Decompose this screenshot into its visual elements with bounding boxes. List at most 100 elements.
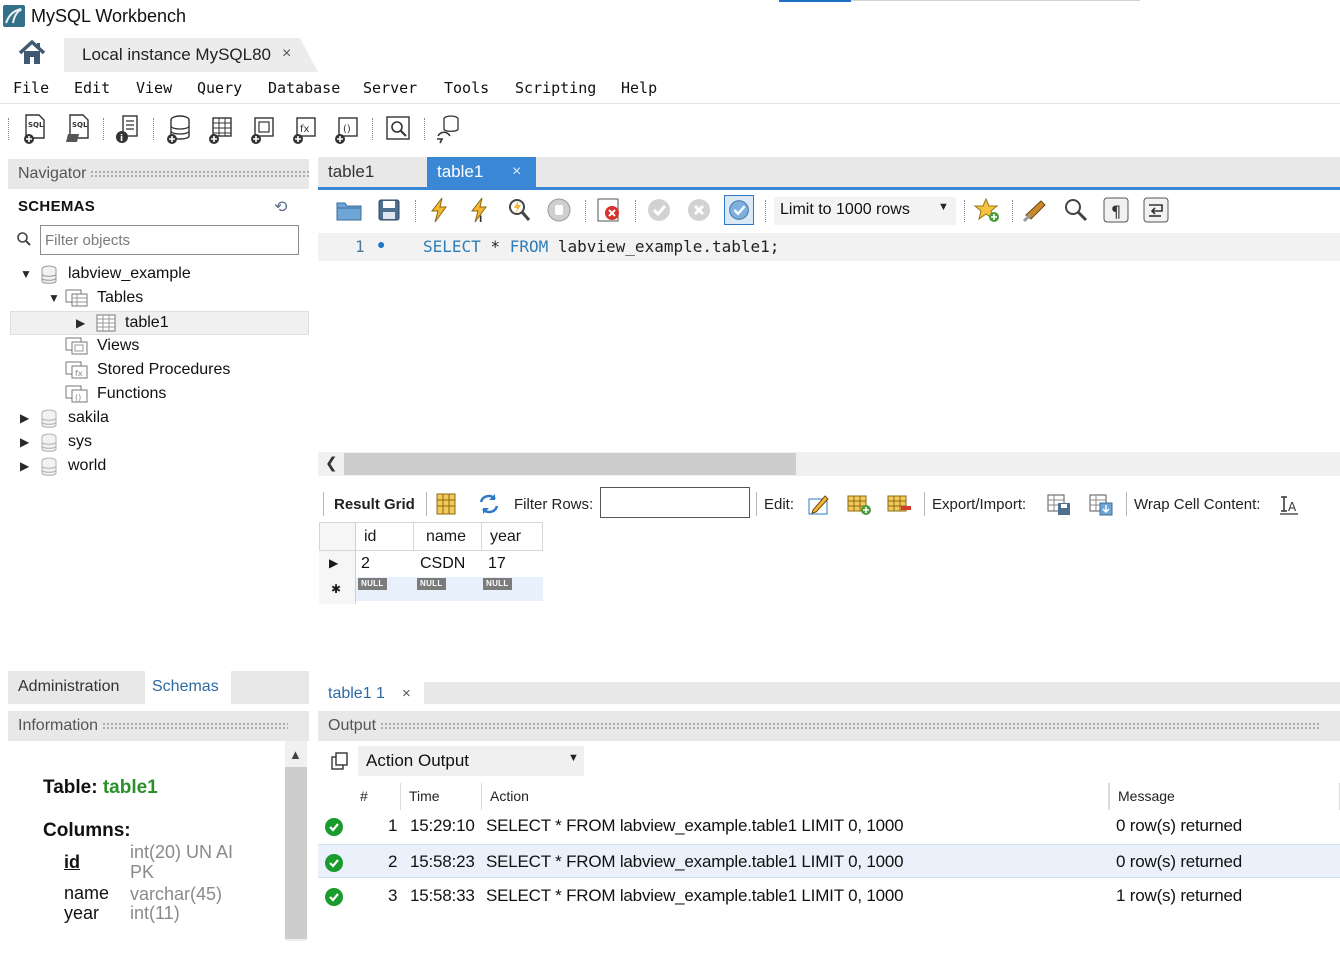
tree-item-world[interactable]: ▶ world <box>8 455 309 479</box>
output-column-header-number[interactable]: # <box>352 783 401 810</box>
menu-view[interactable]: View <box>136 79 172 97</box>
create-view-icon[interactable] <box>247 112 277 146</box>
scroll-up-icon[interactable]: ▲ <box>289 747 302 762</box>
copy-icon[interactable] <box>330 751 350 771</box>
expand-arrow-icon[interactable]: ▶ <box>20 435 29 449</box>
output-column-header-time[interactable]: Time <box>401 783 482 810</box>
rollback-icon[interactable] <box>684 195 714 225</box>
menu-edit[interactable]: Edit <box>74 79 110 97</box>
null-badge[interactable]: NULL <box>483 578 512 590</box>
null-badge[interactable]: NULL <box>358 578 387 590</box>
open-sql-script-icon[interactable]: SQL <box>63 112 93 146</box>
grid-cell[interactable]: 17 <box>488 555 506 573</box>
scroll-left-icon[interactable]: ❮ <box>325 454 338 472</box>
tree-item-stored-procedures[interactable]: fx Stored Procedures <box>8 359 309 383</box>
sql-statement[interactable]: SELECT * FROM labview_example.table1; <box>423 237 779 256</box>
menu-server[interactable]: Server <box>363 79 417 97</box>
grid-column-header-year[interactable]: year <box>482 522 543 551</box>
close-tab-icon[interactable]: × <box>512 163 521 181</box>
add-snippet-icon[interactable] <box>972 195 1002 225</box>
output-type-select[interactable]: Action Output ▼ <box>358 746 584 776</box>
filter-rows-input[interactable] <box>600 487 750 518</box>
tree-item-sakila[interactable]: ▶ sakila <box>8 407 309 431</box>
grid-column-header-id[interactable]: id <box>356 522 414 551</box>
null-badge[interactable]: NULL <box>417 578 446 590</box>
save-icon[interactable] <box>374 195 404 225</box>
tree-item-table1[interactable]: ▶ table1 <box>10 311 309 335</box>
tree-item-functions[interactable]: () Functions <box>8 383 309 407</box>
editor-horizontal-scrollbar[interactable]: ❮ <box>318 452 1340 476</box>
open-folder-icon[interactable] <box>334 195 364 225</box>
menu-help[interactable]: Help <box>621 79 657 97</box>
grid-column-header-name[interactable]: name <box>414 522 482 551</box>
wrap-cell-content-icon[interactable]: A <box>1276 491 1302 517</box>
expand-arrow-icon[interactable]: ▶ <box>20 459 29 473</box>
table-row[interactable]: 1 15:29:10 SELECT * FROM labview_example… <box>318 809 1340 843</box>
create-function-icon[interactable]: () <box>331 112 361 146</box>
create-table-icon[interactable] <box>205 112 235 146</box>
table-row[interactable]: NULL NULL NULL <box>356 577 543 601</box>
menu-query[interactable]: Query <box>197 79 242 97</box>
execute-icon[interactable] <box>424 195 454 225</box>
find-replace-icon[interactable] <box>1061 195 1091 225</box>
table-row[interactable]: 2 15:58:23 SELECT * FROM labview_example… <box>318 844 1340 878</box>
menu-tools[interactable]: Tools <box>444 79 489 97</box>
grid-cell[interactable]: 2 <box>361 555 370 573</box>
collapse-arrow-icon[interactable]: ▼ <box>20 267 32 281</box>
reconnect-icon[interactable] <box>433 112 463 146</box>
refresh-schemas-icon[interactable]: ⟲ <box>274 197 287 217</box>
tree-item-sys[interactable]: ▶ sys <box>8 431 309 455</box>
beautify-query-icon[interactable] <box>1021 195 1051 225</box>
limit-rows-select[interactable]: Limit to 1000 rows ▼ <box>774 197 956 225</box>
table-row[interactable]: 3 15:58:33 SELECT * FROM labview_example… <box>318 879 1340 913</box>
tree-item-tables[interactable]: ▼ Tables <box>8 287 309 311</box>
expand-arrow-icon[interactable]: ▶ <box>20 411 29 425</box>
auto-commit-toggle-icon[interactable] <box>724 195 754 225</box>
menu-file[interactable]: File <box>13 79 49 97</box>
information-scrollbar[interactable]: ▲ <box>285 741 307 941</box>
stop-icon[interactable] <box>544 195 574 225</box>
edit-row-icon[interactable] <box>806 491 832 517</box>
home-button[interactable] <box>10 36 54 70</box>
grid-cell[interactable]: CSDN <box>420 555 465 573</box>
tab-administration[interactable]: Administration <box>8 671 138 704</box>
import-icon[interactable] <box>1088 491 1114 517</box>
tree-item-views[interactable]: Views <box>8 335 309 359</box>
menu-scripting[interactable]: Scripting <box>515 79 596 97</box>
menu-database[interactable]: Database <box>268 79 340 97</box>
commit-icon[interactable] <box>644 195 674 225</box>
result-grid-button[interactable]: Result Grid <box>334 496 415 513</box>
sql-editor[interactable]: 1 ● SELECT * FROM labview_example.table1… <box>318 231 1340 453</box>
collapse-arrow-icon[interactable]: ▼ <box>48 291 60 305</box>
output-column-header-message[interactable]: Message <box>1109 783 1340 810</box>
row-gutter[interactable]: ✱ <box>319 577 356 604</box>
create-schema-icon[interactable] <box>163 112 193 146</box>
new-sql-tab-icon[interactable]: SQL <box>19 112 49 146</box>
create-procedure-icon[interactable]: fx <box>289 112 319 146</box>
tab-schemas[interactable]: Schemas <box>145 671 231 704</box>
inspector-icon[interactable]: i <box>112 112 142 146</box>
scrollbar-thumb[interactable] <box>285 767 307 939</box>
tab-editor-table1[interactable]: table1 <box>318 157 426 187</box>
expand-arrow-icon[interactable]: ▶ <box>76 316 85 330</box>
explain-icon[interactable] <box>504 195 534 225</box>
table-row[interactable]: 2 CSDN 17 <box>356 551 543 577</box>
row-gutter[interactable]: ▶ <box>319 551 356 577</box>
invisible-characters-icon[interactable]: ¶ <box>1101 195 1131 225</box>
refresh-icon[interactable] <box>476 491 502 517</box>
connection-tab-local-instance[interactable]: Local instance MySQL80 × <box>64 38 318 72</box>
close-tab-icon[interactable]: × <box>402 685 411 702</box>
filter-objects-input[interactable] <box>40 225 299 255</box>
insert-row-icon[interactable] <box>846 491 872 517</box>
word-wrap-icon[interactable] <box>1141 195 1171 225</box>
export-icon[interactable] <box>1046 491 1072 517</box>
scrollbar-thumb[interactable] <box>344 453 796 475</box>
grid-view-icon[interactable] <box>434 491 460 517</box>
tree-item-labview-example[interactable]: ▼ labview_example <box>8 263 309 287</box>
tab-result-table1-1[interactable]: table1 1 × <box>318 682 424 704</box>
execute-current-statement-icon[interactable]: I <box>464 195 494 225</box>
output-column-header-action[interactable]: Action <box>482 783 1109 810</box>
delete-row-icon[interactable] <box>886 491 912 517</box>
close-tab-icon[interactable]: × <box>282 45 291 63</box>
toggle-continue-on-error-icon[interactable] <box>594 195 624 225</box>
